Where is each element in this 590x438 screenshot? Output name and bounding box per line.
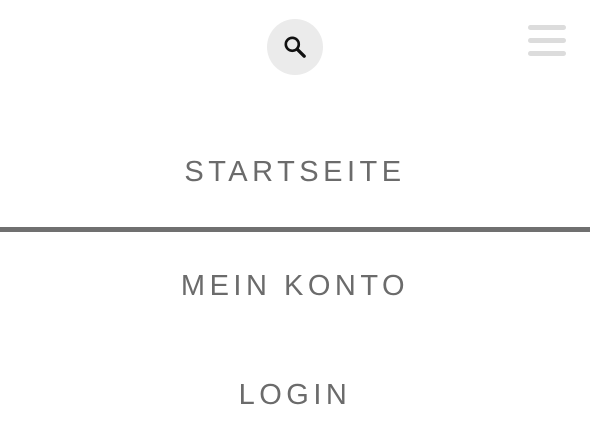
mobile-nav-page: STARTSEITE MEIN KONTO LOGIN bbox=[0, 0, 590, 438]
search-button[interactable] bbox=[267, 19, 323, 75]
search-icon bbox=[282, 34, 308, 60]
nav-divider bbox=[0, 227, 590, 232]
hamburger-menu-icon[interactable] bbox=[528, 25, 566, 57]
hamburger-bar-bottom bbox=[528, 51, 566, 56]
nav-item-startseite[interactable]: STARTSEITE bbox=[0, 156, 590, 189]
hamburger-bar-top bbox=[528, 25, 566, 30]
nav-item-mein-konto[interactable]: MEIN KONTO bbox=[0, 270, 590, 303]
nav-item-login[interactable]: LOGIN bbox=[0, 379, 590, 412]
hamburger-bar-middle bbox=[528, 38, 566, 43]
